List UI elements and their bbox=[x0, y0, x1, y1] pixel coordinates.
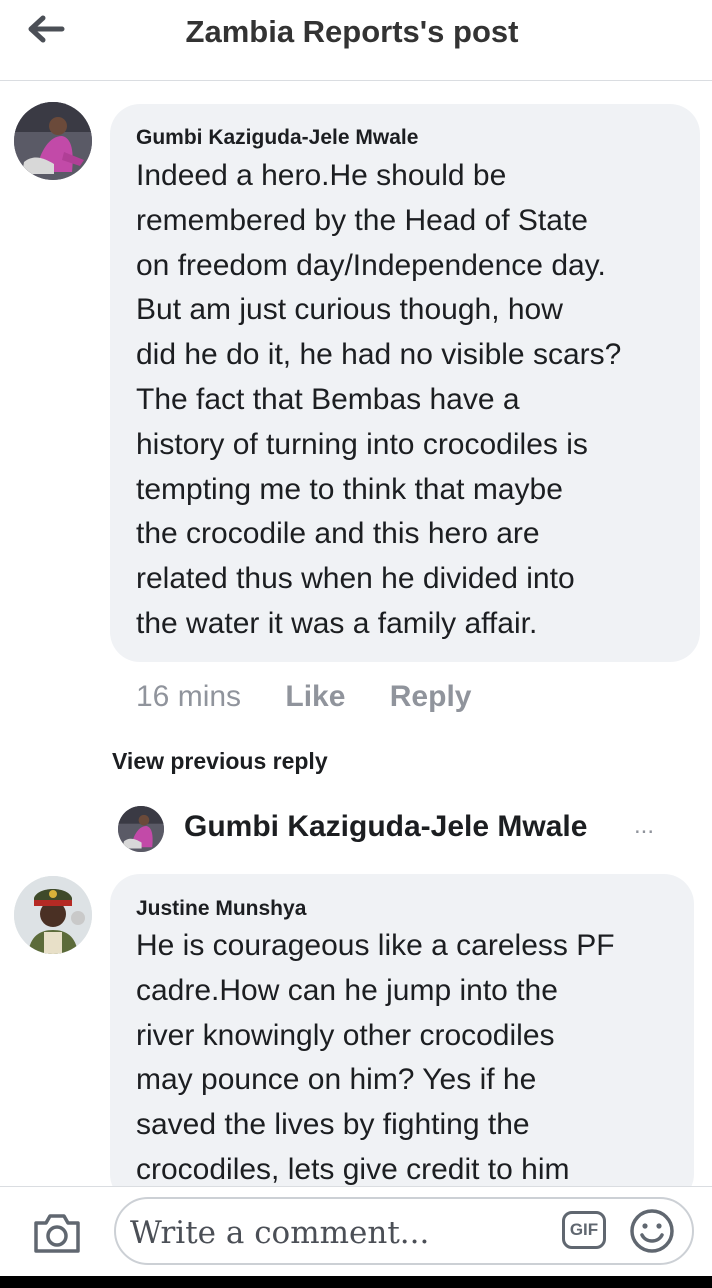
page-title: Zambia Reports's post bbox=[185, 14, 519, 49]
comment-composer: Write a comment... GIF bbox=[0, 1186, 712, 1277]
smiley-icon[interactable] bbox=[628, 1207, 676, 1255]
comment-meta: 16 mins Like Reply bbox=[136, 680, 471, 714]
comment-time: 16 mins bbox=[136, 680, 242, 713]
avatar[interactable] bbox=[14, 102, 92, 180]
post-header: Zambia Reports's post bbox=[0, 0, 712, 81]
reply-author: Gumbi Kaziguda-Jele Mwale bbox=[184, 810, 588, 843]
reply-button[interactable]: Reply bbox=[390, 680, 472, 713]
avatar[interactable] bbox=[14, 876, 92, 954]
comment-input-placeholder: Write a comment... bbox=[130, 1215, 430, 1251]
avatar bbox=[118, 806, 164, 852]
system-nav-bar bbox=[0, 1276, 712, 1288]
comment-text: Indeed a hero.He should be remembered by… bbox=[136, 159, 622, 640]
comment-author[interactable]: Justine Munshya bbox=[136, 897, 306, 921]
view-previous-reply-link[interactable]: View previous reply bbox=[112, 748, 328, 775]
camera-icon[interactable] bbox=[32, 1211, 82, 1255]
gif-button[interactable]: GIF bbox=[562, 1211, 606, 1249]
comment-text: He is courageous like a careless PF cadr… bbox=[136, 929, 615, 1186]
comment-input[interactable]: Write a comment... GIF bbox=[114, 1197, 694, 1265]
comment-author[interactable]: Gumbi Kaziguda-Jele Mwale bbox=[136, 126, 418, 150]
like-button[interactable]: Like bbox=[285, 680, 345, 713]
more-ellipsis: ... bbox=[634, 812, 655, 839]
